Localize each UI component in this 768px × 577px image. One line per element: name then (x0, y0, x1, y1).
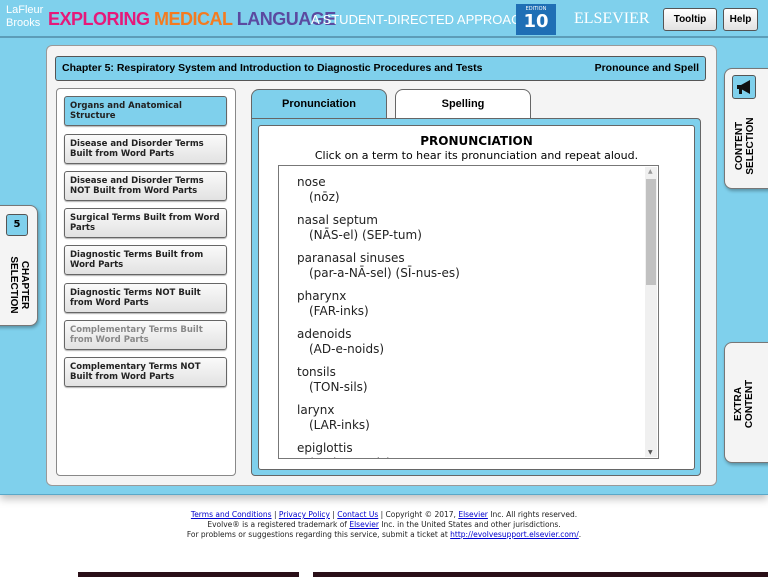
chapter-number-badge[interactable]: 5 (6, 214, 28, 236)
tab-pronunciation[interactable]: Pronunciation (251, 89, 387, 120)
chapter-title: Chapter 5: Respiratory System and Introd… (62, 62, 483, 74)
jurisdiction-text: Inc. in the United States and other juri… (381, 520, 561, 529)
app-frame: LaFleur Brooks EXPLORING MEDICAL LANGUAGE… (0, 0, 768, 495)
section-button[interactable]: Diagnostic Terms NOT Built from Word Par… (64, 283, 227, 313)
copyright-text: Copyright © 2017, (385, 510, 456, 519)
term-pronunciation: (AD-e-noids) (309, 342, 385, 356)
term-name: adenoids (297, 327, 352, 341)
term-name: paranasal sinuses (297, 251, 405, 265)
trademark-text: Evolve® is a registered trademark of (207, 520, 347, 529)
header: LaFleur Brooks EXPLORING MEDICAL LANGUAGE… (0, 0, 768, 38)
extra-content-label: EXTRA CONTENT (733, 379, 755, 429)
footer: Terms and Conditions | Privacy Policy | … (186, 510, 582, 539)
section-button[interactable]: Organs and Anatomical Structure (64, 96, 227, 126)
logo-part2: MEDICAL (154, 9, 233, 29)
term-name: nose (297, 175, 326, 189)
term-pronunciation: (nōz) (309, 190, 340, 204)
chapter-bar: Chapter 5: Respiratory System and Introd… (55, 56, 706, 81)
term-item[interactable]: epiglottis(ep-i-GLOT-is) (297, 441, 658, 458)
term-item[interactable]: nasal septum (NĀS-el) (SEP-tum) (297, 213, 658, 243)
terms-link[interactable]: Terms and Conditions (191, 510, 272, 519)
term-item[interactable]: adenoids (AD-e-noids) (297, 327, 658, 357)
edition-badge: EDITION 10 (516, 4, 556, 35)
section-button[interactable]: Complementary Terms Built from Word Part… (64, 320, 227, 350)
term-pronunciation: (TON-sils) (309, 380, 368, 394)
term-item[interactable]: nose (nōz) (297, 175, 658, 205)
term-pronunciation: (NĀS-el) (SEP-tum) (309, 228, 422, 242)
term-list[interactable]: nose (nōz) nasal septum (NĀS-el) (SEP-tum) p… (278, 165, 659, 459)
taskbar-strip (78, 572, 299, 577)
term-item[interactable]: tonsils (TON-sils) (297, 365, 658, 395)
term-name: tonsils (297, 365, 336, 379)
term-pronunciation: (LAR-inks) (309, 418, 370, 432)
scrollbar[interactable]: ▲ ▼ (645, 167, 657, 457)
edition-number: 10 (523, 11, 549, 32)
term-item[interactable]: larynx (LAR-inks) (297, 403, 658, 433)
section-button[interactable]: Disease and Disorder Terms NOT Built fro… (64, 171, 227, 201)
extra-content-tab[interactable]: EXTRA CONTENT (724, 342, 768, 463)
brand-line2: Brooks (6, 17, 41, 29)
megaphone-icon (732, 75, 756, 99)
section-button[interactable]: Surgical Terms Built from Word Parts (64, 208, 227, 238)
taskbar-strip (313, 572, 768, 577)
support-link[interactable]: http://evolvesupport.elsevier.com/ (450, 530, 579, 539)
chapter-selection-label: CHAPTER SELECTION (8, 256, 30, 314)
product-logo: EXPLORING MEDICAL LANGUAGE (48, 9, 336, 30)
term-item[interactable]: pharynx (FAR-inks) (297, 289, 658, 319)
elsevier-link[interactable]: Elsevier (458, 510, 488, 519)
term-pronunciation: (ep-i-GLOT-is) (309, 456, 658, 458)
author-brand: LaFleur Brooks (6, 4, 43, 30)
section-button[interactable]: Complementary Terms NOT Built from Word … (64, 357, 227, 387)
scroll-up-icon[interactable]: ▲ (648, 168, 653, 175)
scrollbar-thumb[interactable] (646, 179, 656, 285)
brand-line1: LaFleur (6, 4, 44, 16)
mode-label: Pronounce and Spell (594, 62, 699, 74)
term-name: larynx (297, 403, 335, 417)
logo-part1: EXPLORING (48, 9, 150, 29)
term-name: nasal septum (297, 213, 378, 227)
chapter-selection-tab[interactable]: 5 CHAPTER SELECTION (0, 205, 38, 326)
tab-spelling[interactable]: Spelling (395, 89, 531, 119)
subtitle: A STUDENT-DIRECTED APPROACH (311, 12, 530, 27)
support-text: For problems or suggestions regarding th… (186, 530, 448, 539)
content-selection-tab[interactable]: CONTENT SELECTION (724, 68, 768, 189)
help-button[interactable]: Help (723, 8, 758, 31)
content-selection-label: CONTENT SELECTION (734, 117, 756, 175)
publisher-logo: ELSEVIER (574, 10, 650, 27)
term-name: pharynx (297, 289, 347, 303)
term-item[interactable]: paranasal sinuses (par-a-NĀ-sel) (SĪ-nus-… (297, 251, 658, 281)
term-pronunciation: (FAR-inks) (309, 304, 369, 318)
term-pronunciation: (par-a-NĀ-sel) (SĪ-nus-es) (309, 266, 460, 280)
contact-link[interactable]: Contact Us (337, 510, 378, 519)
elsevier-link-2[interactable]: Elsevier (349, 520, 379, 529)
rights-text: Inc. All rights reserved. (490, 510, 578, 519)
section-button[interactable]: Disease and Disorder Terms Built from Wo… (64, 134, 227, 164)
panel-title: PRONUNCIATION (420, 134, 533, 148)
section-button[interactable]: Diagnostic Terms Built from Word Parts (64, 245, 227, 275)
term-name: epiglottis (297, 441, 353, 455)
panel-instruction: Click on a term to hear its pronunciatio… (314, 149, 639, 162)
scroll-down-icon[interactable]: ▼ (648, 449, 653, 456)
privacy-link[interactable]: Privacy Policy (279, 510, 330, 519)
tooltip-button[interactable]: Tooltip (663, 8, 717, 31)
